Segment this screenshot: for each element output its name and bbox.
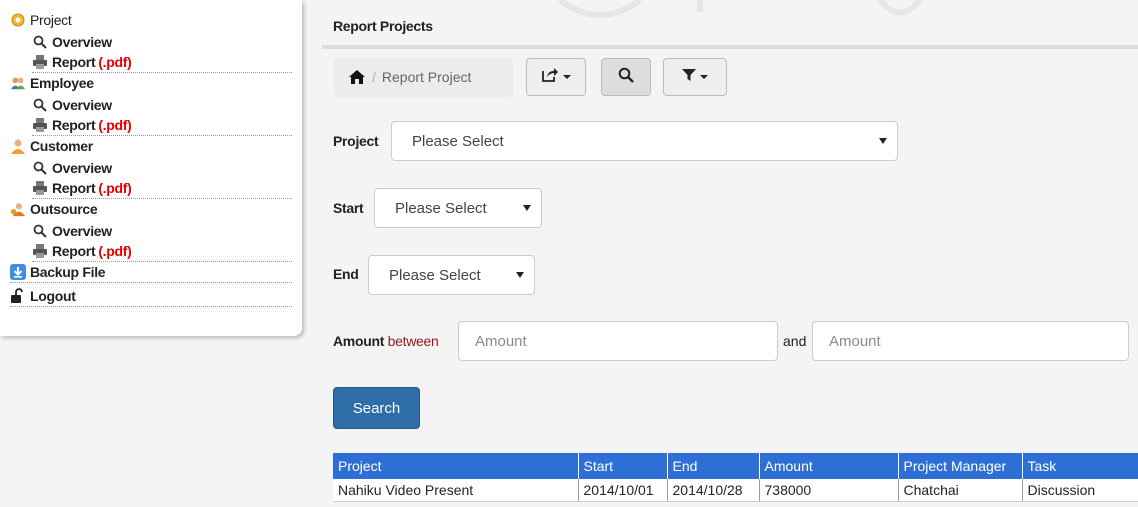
table-cell-end: 2014/10/28 — [667, 479, 760, 502]
project-select-value: Please Select — [412, 132, 504, 150]
breadcrumb-current: Report Project — [381, 69, 472, 85]
sidebar-item-label: Report — [52, 243, 96, 259]
end-select[interactable]: Please Select — [368, 255, 535, 295]
start-select[interactable]: Please Select — [374, 188, 542, 228]
sidebar-item-label: Report — [52, 180, 96, 196]
sidebar-item-employee[interactable]: Employee — [10, 73, 292, 93]
search-icon — [32, 34, 48, 50]
filter-icon — [682, 68, 696, 87]
search-icon — [32, 223, 48, 239]
breadcrumb: / Report Project — [334, 57, 513, 97]
search-icon — [618, 67, 634, 88]
table-cell-start: 2014/10/01 — [578, 479, 668, 502]
gear-icon — [10, 12, 26, 28]
sidebar-item-label: Backup File — [30, 264, 106, 280]
pdf-tag: (.pdf) — [98, 180, 132, 196]
column-header-task[interactable]: Task — [1022, 453, 1138, 479]
sidebar-item-customer-report[interactable]: Report (.pdf) — [32, 178, 292, 199]
results-table: Project Start End Amount Project Manager… — [333, 453, 1138, 502]
sidebar-item-customer-overview[interactable]: Overview — [32, 158, 292, 178]
sidebar-item-label: Overview — [52, 34, 112, 50]
and-label: and — [783, 333, 807, 349]
chevron-down-icon — [700, 75, 708, 79]
sidebar-item-employee-overview[interactable]: Overview — [32, 95, 292, 115]
printer-icon — [32, 54, 48, 70]
page-title: Report Projects — [333, 18, 433, 34]
main-content: Report Projects / Report Project Project… — [322, 0, 1138, 507]
table-cell-task: Discussion — [1022, 479, 1138, 502]
column-header-project-manager[interactable]: Project Manager — [898, 453, 1023, 479]
share-icon — [541, 67, 559, 88]
sidebar-item-employee-report[interactable]: Report (.pdf) — [32, 115, 292, 136]
end-label: End — [333, 266, 359, 282]
sidebar-item-outsource[interactable]: Outsource — [10, 199, 292, 219]
start-label: Start — [333, 200, 364, 216]
column-header-start[interactable]: Start — [578, 453, 668, 479]
home-icon[interactable] — [348, 69, 366, 85]
printer-icon — [32, 180, 48, 196]
search-icon — [32, 160, 48, 176]
sidebar-item-label: Report — [52, 54, 96, 70]
search-icon — [32, 97, 48, 113]
user-icon — [10, 138, 26, 154]
pdf-tag: (.pdf) — [98, 117, 132, 133]
end-select-value: Please Select — [389, 266, 481, 284]
sidebar-item-outsource-overview[interactable]: Overview — [32, 221, 292, 241]
sidebar-item-customer[interactable]: Customer — [10, 136, 292, 156]
chevron-down-icon — [523, 205, 531, 211]
project-label: Project — [333, 133, 379, 149]
pdf-tag: (.pdf) — [98, 54, 132, 70]
chevron-down-icon — [879, 138, 887, 144]
chevron-down-icon — [516, 272, 524, 278]
sidebar-item-label: Report — [52, 117, 96, 133]
users-icon — [10, 75, 26, 91]
sidebar-item-label: Logout — [30, 288, 76, 304]
printer-icon — [32, 117, 48, 133]
sidebar-item-label: Outsource — [30, 201, 98, 217]
project-select[interactable]: Please Select — [391, 121, 898, 161]
sidebar-item-project-overview[interactable]: Overview — [32, 32, 292, 52]
table-header-row: Project Start End Amount Project Manager… — [333, 453, 1138, 479]
share-button[interactable] — [526, 58, 586, 96]
sidebar-item-project[interactable]: Project — [10, 10, 292, 30]
amount-between-text: between — [387, 333, 439, 349]
printer-icon — [32, 243, 48, 259]
table-cell-project-manager: Chatchai — [898, 479, 1023, 502]
search-button[interactable]: Search — [333, 387, 420, 429]
sidebar-item-logout[interactable]: Logout — [10, 286, 292, 307]
sidebar-item-label: Employee — [30, 75, 94, 91]
chevron-down-icon — [563, 75, 571, 79]
amount-label: Amount between — [333, 333, 439, 349]
sidebar-item-label: Overview — [52, 223, 112, 239]
table-cell-project: Nahiku Video Present — [333, 479, 579, 502]
start-select-value: Please Select — [395, 199, 487, 217]
amount-from-input[interactable] — [458, 321, 778, 361]
sidebar-item-backup-file[interactable]: Backup File — [10, 262, 292, 283]
column-header-amount[interactable]: Amount — [759, 453, 899, 479]
column-header-end[interactable]: End — [667, 453, 760, 479]
title-divider — [322, 45, 1138, 49]
table-cell-amount: 738000 — [759, 479, 899, 502]
sidebar-item-label: Customer — [30, 138, 93, 154]
sidebar-item-label: Overview — [52, 97, 112, 113]
table-row[interactable]: Nahiku Video Present 2014/10/01 2014/10/… — [333, 479, 1138, 502]
filter-button[interactable] — [663, 58, 727, 96]
column-header-project[interactable]: Project — [333, 453, 579, 479]
search-toggle-button[interactable] — [601, 58, 651, 96]
sidebar-item-label: Project — [30, 12, 72, 28]
breadcrumb-separator: / — [372, 69, 376, 85]
amount-label-text: Amount — [333, 333, 385, 349]
unlock-icon — [10, 288, 26, 304]
sidebar-item-project-report[interactable]: Report (.pdf) — [32, 52, 292, 73]
pdf-tag: (.pdf) — [98, 243, 132, 259]
sidebar-item-outsource-report[interactable]: Report (.pdf) — [32, 241, 292, 262]
amount-to-input[interactable] — [812, 321, 1129, 361]
sidebar: Project Overview Report (.pdf) Employee … — [0, 0, 302, 336]
outsource-icon — [10, 201, 26, 217]
sidebar-item-label: Overview — [52, 160, 112, 176]
download-icon — [10, 264, 26, 280]
